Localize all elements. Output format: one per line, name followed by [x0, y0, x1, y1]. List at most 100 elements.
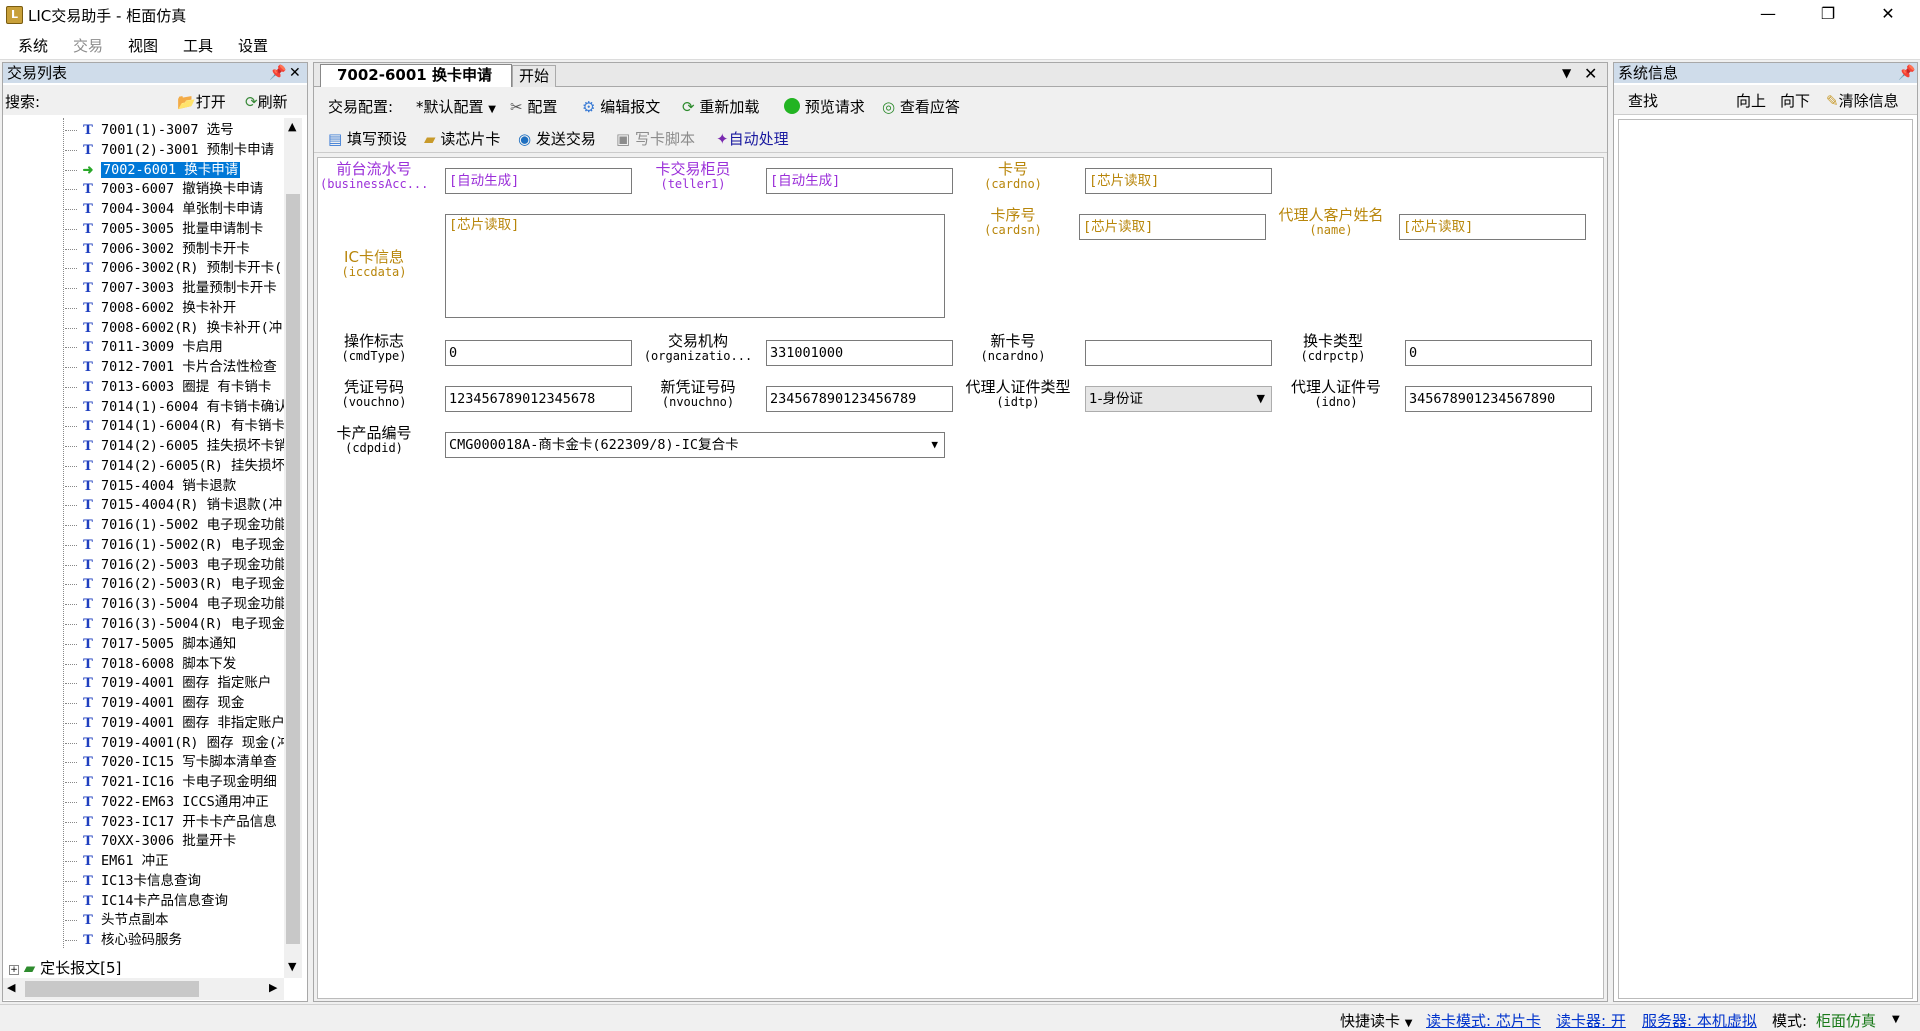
cmdtype-field[interactable]: 0: [445, 340, 632, 366]
tree-item[interactable]: T 7021-IC16 卡电子现金明细: [81, 772, 285, 792]
find-down-button[interactable]: 向下: [1780, 90, 1810, 111]
read-mode-link[interactable]: 读卡模式: 芯片卡: [1426, 1010, 1541, 1031]
tab-list-dropdown-icon[interactable]: ▼: [1562, 66, 1571, 80]
tree-item[interactable]: T 7003-6007 撤销换卡申请: [81, 179, 285, 199]
chevron-down-icon[interactable]: ▼: [1892, 1014, 1900, 1025]
server-link[interactable]: 服务器: 本机虚拟: [1642, 1010, 1757, 1031]
tree-item[interactable]: T 7017-5005 脚本通知: [81, 634, 285, 654]
tree-item[interactable]: T 7019-4001 圈存 现金: [81, 693, 285, 713]
pin-icon[interactable]: 📌: [1898, 63, 1915, 83]
scroll-up-icon[interactable]: ▲: [288, 120, 296, 133]
tree-item[interactable]: T 7001(2)-3001 预制卡申请: [81, 140, 285, 160]
teller-field[interactable]: [自动生成]: [766, 168, 953, 194]
tree-item[interactable]: T 7016(2)-5003 电子现金功能: [81, 555, 285, 575]
read-chip-card-button[interactable]: ▰ 读芯片卡: [424, 128, 500, 149]
preview-request-button[interactable]: 预览请求: [784, 96, 865, 117]
tree-item[interactable]: T 7005-3005 批量申请制卡: [81, 219, 285, 239]
send-transaction-button[interactable]: ◉ 发送交易: [518, 128, 596, 149]
tab-7002-6001[interactable]: 7002-6001 换卡申请: [320, 64, 512, 87]
scroll-right-icon[interactable]: ▶: [269, 981, 277, 994]
tree-item[interactable]: T 7019-4001(R) 圈存 现金(冲: [81, 733, 285, 753]
scroll-thumb[interactable]: [286, 194, 300, 944]
tree-item[interactable]: T 7014(2)-6005 挂失损坏卡销: [81, 436, 285, 456]
agent-name-field[interactable]: [芯片读取]: [1399, 214, 1586, 240]
search-input[interactable]: [55, 88, 165, 112]
h-scroll-thumb[interactable]: [25, 981, 199, 997]
find-up-button[interactable]: 向上: [1736, 90, 1766, 111]
tree-item[interactable]: T 7019-4001 圈存 非指定账户: [81, 713, 285, 733]
tree-item[interactable]: T 7011-3009 卡启用: [81, 337, 285, 357]
cardsn-field[interactable]: [芯片读取]: [1079, 214, 1266, 240]
tree-folder-fixed-length[interactable]: + ▰ 定长报文[5]: [9, 958, 121, 978]
close-panel-icon[interactable]: ✕: [289, 63, 301, 83]
organization-field[interactable]: 331001000: [766, 340, 953, 366]
tree-item[interactable]: T 7012-7001 卡片合法性检查: [81, 357, 285, 377]
vouchno-field[interactable]: 123456789012345678: [445, 386, 632, 412]
tree-item[interactable]: T 7006-3002(R) 预制卡开卡(: [81, 258, 285, 278]
iccdata-field[interactable]: [芯片读取]: [445, 214, 945, 318]
tree-item[interactable]: T 7016(2)-5003(R) 电子现金: [81, 574, 285, 594]
reload-button[interactable]: ⟳ 重新加载: [682, 96, 759, 117]
tree-item[interactable]: T 7014(1)-6004 有卡销卡确认: [81, 397, 285, 417]
idtp-select[interactable]: 1-身份证 ▼: [1085, 386, 1272, 412]
pin-icon[interactable]: 📌: [269, 63, 286, 83]
tree-item[interactable]: T 7016(3)-5004(R) 电子现金: [81, 614, 285, 634]
scroll-left-icon[interactable]: ◀: [7, 981, 15, 994]
tree-item[interactable]: T 7014(2)-6005(R) 挂失损坏: [81, 456, 285, 476]
tree-item[interactable]: T 7013-6003 圈提 有卡销卡: [81, 377, 285, 397]
business-acc-field[interactable]: [自动生成]: [445, 168, 632, 194]
tree-horizontal-scrollbar[interactable]: ◀ ▶: [3, 978, 284, 1000]
tree-item[interactable]: T 头节点副本: [81, 910, 285, 930]
tree-item[interactable]: T 7004-3004 单张制卡申请: [81, 199, 285, 219]
tree-item[interactable]: T 7020-IC15 写卡脚本清单查: [81, 752, 285, 772]
edit-message-button[interactable]: ⚙ 编辑报文: [582, 96, 660, 117]
restore-button[interactable]: ❐: [1800, 0, 1856, 30]
expand-icon[interactable]: +: [9, 965, 19, 975]
tree-item[interactable]: T 7022-EM63 ICCS通用冲正: [81, 792, 285, 812]
refresh-button[interactable]: ⟳刷新: [245, 91, 288, 112]
cdpdid-select[interactable]: CMG000018A-商卡金卡(622309/8)-IC复合卡 ▼: [445, 432, 945, 458]
tree-item[interactable]: T 7001(1)-3007 选号: [81, 120, 285, 140]
tree-item[interactable]: T 7016(1)-5002(R) 电子现金: [81, 535, 285, 555]
tree-item[interactable]: T 70XX-3006 批量开卡: [81, 831, 285, 851]
fill-preset-button[interactable]: ▤ 填写预设: [328, 128, 407, 149]
tree-item[interactable]: T 7008-6002(R) 换卡补开(冲: [81, 318, 285, 338]
open-button[interactable]: 📂打开: [177, 91, 226, 112]
tree-item[interactable]: T EM61 冲正: [81, 851, 285, 871]
clear-info-button[interactable]: ✎清除信息: [1826, 90, 1899, 111]
cardno-field[interactable]: [芯片读取]: [1085, 168, 1272, 194]
menu-tools[interactable]: 工具: [183, 35, 213, 56]
tree-item[interactable]: T 核心验码服务: [81, 930, 285, 950]
menu-system[interactable]: 系统: [18, 35, 48, 56]
write-script-button[interactable]: ▣ 写卡脚本: [616, 128, 695, 149]
menu-settings[interactable]: 设置: [238, 35, 268, 56]
menu-view[interactable]: 视图: [128, 35, 158, 56]
tree-item[interactable]: T 7019-4001 圈存 指定账户: [81, 673, 285, 693]
tree-item[interactable]: T 7016(1)-5002 电子现金功能: [81, 515, 285, 535]
auto-process-button[interactable]: ✦自动处理: [716, 128, 789, 149]
tree-item[interactable]: ➜ 7002-6001 换卡申请: [81, 160, 285, 180]
tree-item[interactable]: T IC14卡产品信息查询: [81, 891, 285, 911]
tree-item[interactable]: T 7015-4004 销卡退款: [81, 476, 285, 496]
idno-field[interactable]: 345678901234567890: [1405, 386, 1592, 412]
tree-item[interactable]: T 7023-IC17 开卡卡产品信息: [81, 812, 285, 832]
tree-item[interactable]: T 7006-3002 预制卡开卡: [81, 239, 285, 259]
quick-read-dropdown[interactable]: 快捷读卡 ▼: [1340, 1010, 1413, 1031]
tree-vertical-scrollbar[interactable]: ▲ ▼: [284, 118, 302, 978]
tab-start[interactable]: 开始: [512, 65, 556, 87]
close-window-button[interactable]: ✕: [1860, 0, 1916, 30]
tree-item[interactable]: T 7018-6008 脚本下发: [81, 654, 285, 674]
tree-item[interactable]: T 7015-4004(R) 销卡退款(冲: [81, 495, 285, 515]
tree-item[interactable]: T 7007-3003 批量预制卡开卡: [81, 278, 285, 298]
nvouchno-field[interactable]: 234567890123456789: [766, 386, 953, 412]
find-input[interactable]: [1670, 88, 1788, 112]
tree-item[interactable]: T 7014(1)-6004(R) 有卡销卡: [81, 416, 285, 436]
tree-item[interactable]: T IC13卡信息查询: [81, 871, 285, 891]
config-select[interactable]: *默认配置 ▼: [416, 96, 496, 117]
tree-item[interactable]: T 7016(3)-5004 电子现金功能: [81, 594, 285, 614]
transaction-tree[interactable]: T 7001(1)-3007 选号 T 7001(2)-3001 预制卡申请 ➜ 7002…: [3, 118, 285, 980]
view-response-button[interactable]: ◎ 查看应答: [882, 96, 960, 117]
minimize-button[interactable]: —: [1740, 0, 1796, 30]
config-button[interactable]: ✂ 配置: [510, 96, 557, 117]
scroll-down-icon[interactable]: ▼: [288, 960, 296, 973]
